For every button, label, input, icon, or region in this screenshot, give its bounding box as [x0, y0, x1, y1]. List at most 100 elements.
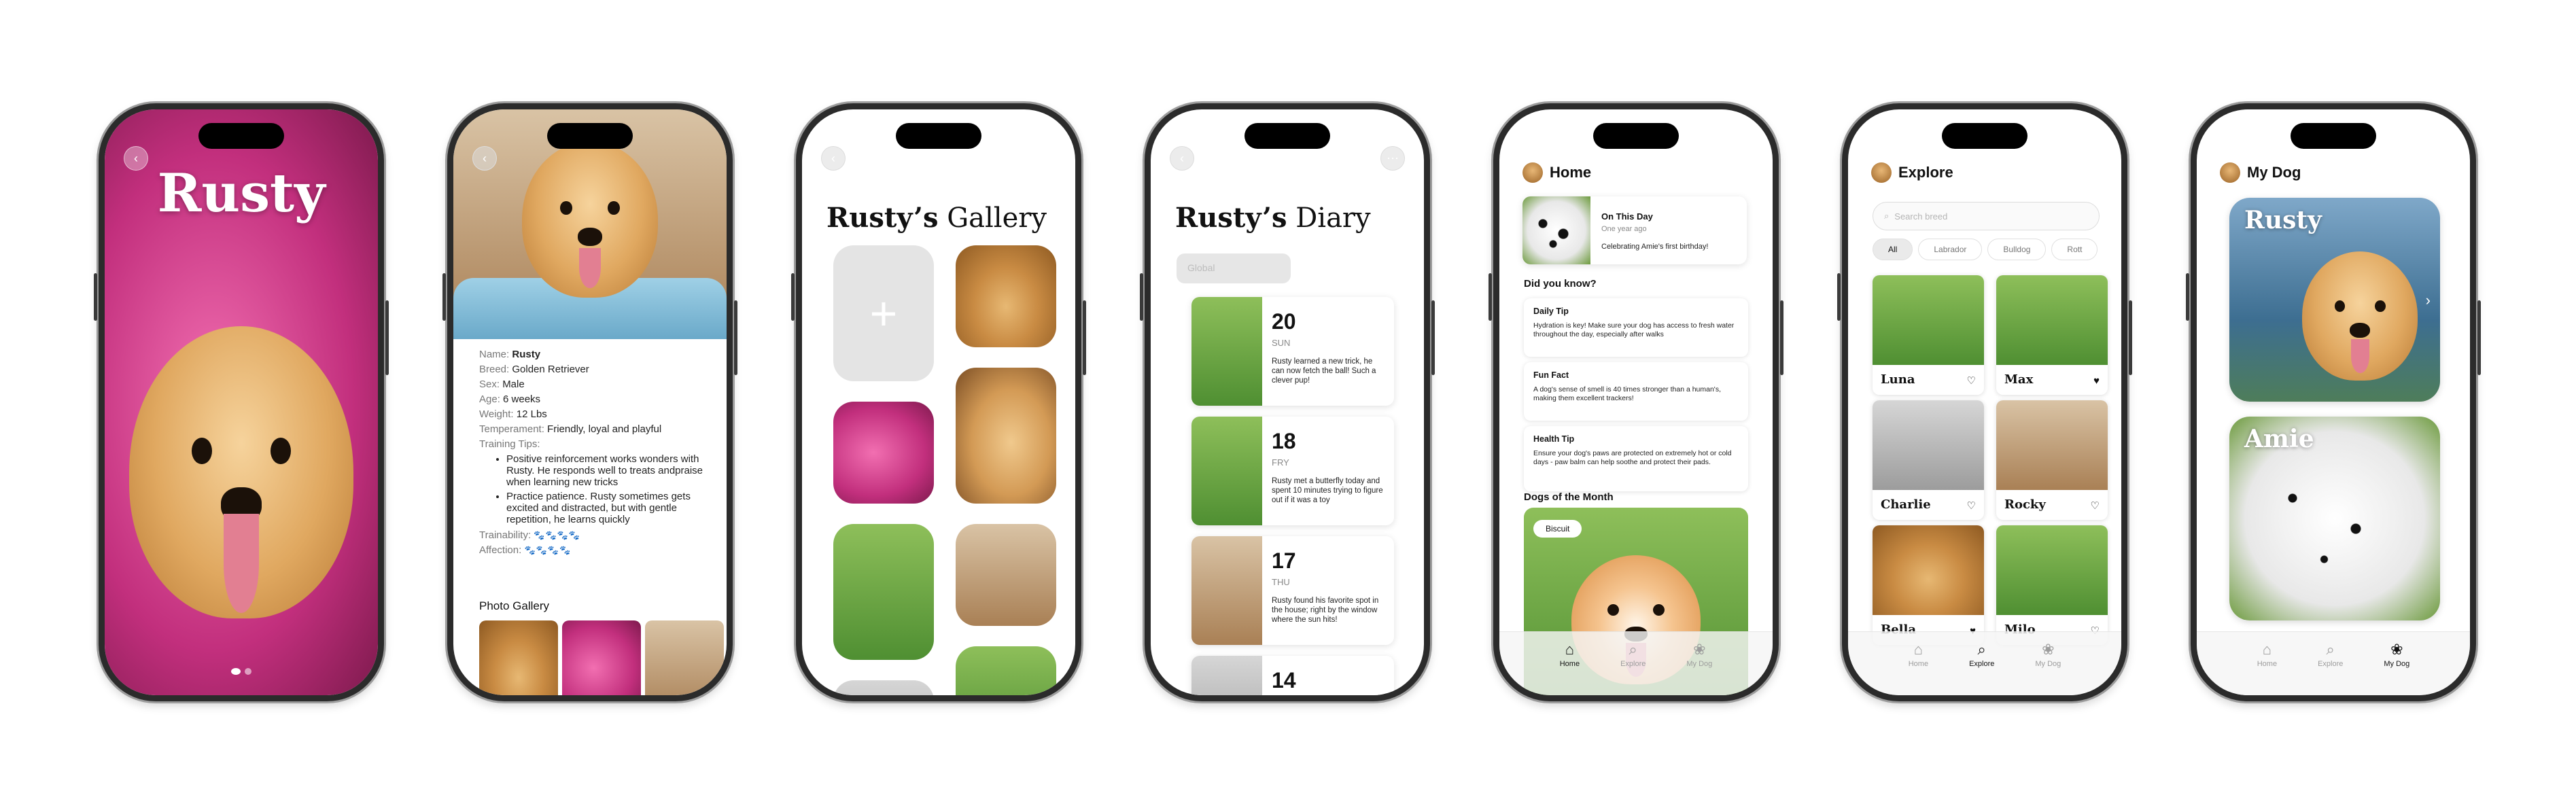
diary-entry[interactable]: 20 SUN Rusty learned a new trick, he can…	[1191, 297, 1394, 406]
back-button[interactable]: ‹	[472, 146, 497, 171]
detail-sex: Sex: Male	[479, 379, 525, 390]
avatar[interactable]	[2220, 162, 2240, 183]
chip-labrador[interactable]: Labrador	[1918, 239, 1983, 260]
health-tip-card[interactable]: Health Tip Ensure your dog's paws are pr…	[1524, 426, 1748, 491]
screen: ‹ Rusty’s Gallery +	[802, 109, 1075, 695]
diary-entry[interactable]: 14	[1191, 656, 1394, 695]
tab-explore[interactable]: ⌕ Explore	[1620, 642, 1646, 695]
my-dog-card[interactable]: Amie	[2229, 417, 2440, 620]
avatar[interactable]	[1522, 162, 1543, 183]
detail-temperament: Temperament: Friendly, loyal and playful	[479, 423, 662, 435]
dog-photo	[1996, 275, 2108, 365]
gallery-photo[interactable]	[956, 524, 1056, 626]
heart-outline-icon[interactable]: ♡	[1967, 374, 1976, 387]
dog-name: Amie	[2244, 425, 2314, 453]
diary-entry[interactable]: 18 FRY Rusty met a butterfly today and s…	[1191, 417, 1394, 525]
dog-card[interactable]: Max ♥	[1996, 275, 2108, 395]
entry-photo	[1191, 297, 1262, 406]
top-bar: Home	[1522, 162, 1591, 183]
fun-fact-card[interactable]: Fun Fact A dog's sense of smell is 40 ti…	[1524, 362, 1748, 421]
dog-card[interactable]: Charlie ♡	[1873, 400, 1984, 520]
page-title: Home	[1550, 164, 1592, 181]
on-this-day-card[interactable]: On This Day One year ago Celebrating Ami…	[1522, 196, 1747, 264]
back-button[interactable]: ‹	[124, 146, 148, 171]
my-dog-card[interactable]: Rusty ›	[2229, 198, 2440, 402]
gallery-photo[interactable]	[956, 368, 1056, 504]
dog-photo	[1873, 400, 1984, 490]
tab-my-dog[interactable]: ❀ My Dog	[2035, 642, 2061, 695]
gallery-photo[interactable]	[956, 245, 1056, 347]
screen: ‹ Rusty	[105, 109, 378, 695]
dog-name: Max	[2004, 372, 2034, 387]
dog-photo	[1873, 275, 1984, 365]
entry-photo	[1191, 536, 1262, 645]
dynamic-island	[1245, 123, 1330, 149]
entry-text: Rusty found his favorite spot in the hou…	[1272, 597, 1379, 624]
search-input[interactable]: ⌕ Search breed	[1873, 202, 2100, 230]
affection-row: Affection: 🐾🐾🐾🐾	[479, 544, 572, 556]
dog-name: Luna	[1881, 372, 1915, 387]
dog-photo	[1996, 400, 2108, 490]
tab-home[interactable]: ⌂ Home	[2257, 642, 2277, 695]
dog-card[interactable]: Milo ♡	[1996, 525, 2108, 645]
gallery-photo[interactable]	[645, 620, 724, 695]
heart-filled-icon[interactable]: ♥	[2093, 375, 2100, 387]
dog-card[interactable]: Bella ♥	[1873, 525, 1984, 645]
entry-weekday: SUN	[1272, 338, 1291, 348]
tab-explore[interactable]: ⌕ Explore	[2318, 642, 2343, 695]
gallery-photo[interactable]	[833, 402, 934, 504]
gallery-photo[interactable]	[956, 646, 1056, 695]
photo-gallery-strip[interactable]	[479, 620, 724, 695]
chevron-left-icon: ‹	[1180, 151, 1184, 165]
tab-bar: ⌂ Home ⌕ Explore ❀ My Dog	[1499, 631, 1773, 695]
gallery-photo[interactable]	[479, 620, 558, 695]
phone-rusty-details: ‹ Name: Rusty Breed: Golden Retriever Se…	[442, 103, 737, 701]
tab-home[interactable]: ⌂ Home	[1909, 642, 1928, 695]
card-text: Celebrating Amie's first birthday!	[1601, 243, 1709, 251]
entry-photo	[1191, 656, 1262, 695]
chevron-right-icon[interactable]: ›	[2426, 292, 2431, 309]
entry-day: 14	[1272, 668, 1296, 693]
dog-photo	[2302, 251, 2418, 381]
heart-outline-icon[interactable]: ♡	[1967, 500, 1976, 512]
filter-dropdown[interactable]: Global	[1177, 253, 1291, 283]
back-button[interactable]: ‹	[821, 146, 846, 171]
gallery-photo[interactable]	[833, 524, 934, 660]
screen: Explore ⌕ Search breed All Labrador Bulld…	[1848, 109, 2121, 695]
daily-tip-card[interactable]: Daily Tip Hydration is key! Make sure yo…	[1524, 298, 1748, 357]
chip-bulldog[interactable]: Bulldog	[1987, 239, 2047, 260]
paw-icon: ❀	[1693, 641, 1706, 658]
dog-card[interactable]: Luna ♡	[1873, 275, 1984, 395]
search-icon: ⌕	[1884, 211, 1890, 221]
dog-photo	[1873, 525, 1984, 615]
avatar[interactable]	[1871, 162, 1892, 183]
back-button[interactable]: ‹	[1170, 146, 1194, 171]
breed-filter-chips: All Labrador Bulldog Rott	[1873, 239, 2121, 260]
chevron-left-icon: ‹	[483, 151, 487, 165]
dog-name: Charlie	[1881, 497, 1931, 512]
detail-name: Name: Rusty	[479, 349, 541, 360]
card-title: On This Day	[1601, 211, 1653, 222]
phone-gallery: ‹ Rusty’s Gallery +	[791, 103, 1086, 701]
diary-entry[interactable]: 17 THU Rusty found his favorite spot in …	[1191, 536, 1394, 645]
screen: ‹ Name: Rusty Breed: Golden Retriever Se…	[453, 109, 727, 695]
dog-card[interactable]: Rocky ♡	[1996, 400, 2108, 520]
chip-all[interactable]: All	[1873, 239, 1913, 260]
page-indicator[interactable]	[231, 668, 251, 675]
tab-my-dog[interactable]: ❀ My Dog	[1686, 642, 1712, 695]
chip-rottweiler[interactable]: Rott	[2051, 239, 2098, 260]
training-tip: Positive reinforcement works wonders wit…	[506, 453, 712, 488]
heart-outline-icon[interactable]: ♡	[2091, 500, 2100, 512]
dynamic-island	[547, 123, 633, 149]
dog-name-title: Rusty	[157, 162, 326, 224]
memory-photo	[1522, 196, 1590, 264]
add-photo-button[interactable]: +	[833, 245, 934, 381]
tab-my-dog[interactable]: ❀ My Dog	[2384, 642, 2409, 695]
more-button[interactable]: ⋯	[1380, 146, 1405, 171]
gallery-photo[interactable]	[833, 680, 934, 695]
gallery-photo[interactable]	[562, 620, 641, 695]
tab-home[interactable]: ⌂ Home	[1560, 642, 1580, 695]
tab-explore[interactable]: ⌕ Explore	[1969, 642, 1994, 695]
training-tips-label: Training Tips:	[479, 438, 540, 450]
screen: Home On This Day One year ago Celebratin…	[1499, 109, 1773, 695]
